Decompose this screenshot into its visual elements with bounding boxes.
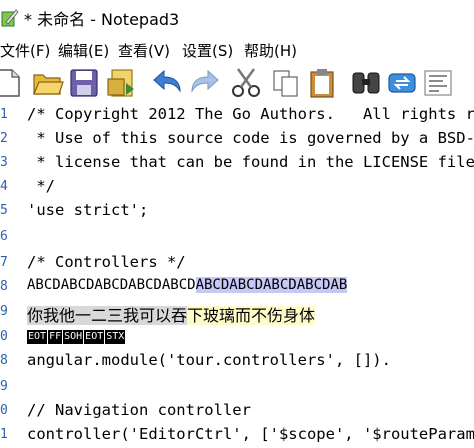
editor-line: 0 // Navigation controller <box>0 400 474 424</box>
line-number: 7 <box>0 255 8 270</box>
window-title: * 未命名 - Notepad3 <box>24 10 180 29</box>
editor-line: 9 <box>0 376 474 400</box>
menu-help[interactable]: 帮助(H) <box>244 40 297 61</box>
line-number: 9 <box>0 304 8 319</box>
copy-button[interactable] <box>268 64 304 102</box>
wrap-button[interactable] <box>420 64 456 102</box>
replace-button[interactable] <box>384 64 420 102</box>
line-text: * license that can be found in the LICEN… <box>27 153 474 171</box>
unselected-text: ABCDABCDABCDABCDABCD <box>27 277 196 293</box>
menu-view[interactable]: 查看(V) <box>118 40 170 61</box>
editor-line: 8 ABCDABCDABCDABCDABCDABCDABCDABCDABCDAB <box>0 276 474 300</box>
save-icon <box>70 69 98 97</box>
title-bar: * 未命名 - Notepad3 <box>0 0 474 36</box>
selected-text: ABCDABCDABCDABCDAB <box>195 277 348 293</box>
cut-button[interactable] <box>228 64 264 102</box>
find-icon <box>352 72 380 94</box>
line-text: /* Controllers */ <box>27 253 186 271</box>
control-char-badge: EOT <box>27 329 48 344</box>
editor-line: 0 EOT FF SOH EOT STX <box>0 326 474 350</box>
new-file-icon <box>0 69 20 97</box>
menu-settings[interactable]: 设置(S) <box>182 40 233 61</box>
control-chars: EOT FF SOH EOT STX <box>27 327 126 345</box>
editor-line: 8 angular.module('tour.controllers', [])… <box>0 350 474 374</box>
editor-line: 1 controller('EditorCtrl', ['$scope', '$… <box>0 424 474 448</box>
line-text: angular.module('tour.controllers', []). <box>27 351 391 369</box>
editor-line: 7 /* Controllers */ <box>0 252 474 276</box>
editor-line: 9 你我他一二三我可以吞下玻璃而不伤身体 <box>0 301 474 325</box>
cut-icon <box>232 68 260 97</box>
editor-line: 3 * license that can be found in the LIC… <box>0 152 474 176</box>
editor-line: 2 * Use of this source code is governed … <box>0 128 474 152</box>
line-number: 9 <box>0 379 8 394</box>
menu-bar: 文件(F) 编辑(E) 查看(V) 设置(S) 帮助(H) <box>0 38 474 62</box>
line-number: 0 <box>0 403 8 418</box>
line-text: // Navigation controller <box>27 401 251 419</box>
control-char-badge: FF <box>48 329 63 344</box>
toolbar <box>0 64 474 104</box>
line-number: 6 <box>0 229 8 244</box>
undo-icon <box>153 69 181 93</box>
new-file-button[interactable] <box>0 64 26 102</box>
grey-selected-text: 你我他一二三我可以吞 <box>27 306 188 325</box>
find-button[interactable] <box>348 64 384 102</box>
line-text: 你我他一二三我可以吞下玻璃而不伤身体 <box>27 302 316 326</box>
line-number: 5 <box>0 203 8 218</box>
line-number: 1 <box>0 107 8 122</box>
line-number: 1 <box>0 427 8 442</box>
redo-button[interactable] <box>186 64 222 102</box>
control-char-badge: SOH <box>63 329 84 344</box>
editor-area[interactable]: 1 /* Copyright 2012 The Go Authors. All … <box>0 104 474 443</box>
paste-icon <box>310 69 334 98</box>
save-as-button[interactable] <box>104 64 140 102</box>
open-button[interactable] <box>30 64 66 102</box>
save-button[interactable] <box>66 64 102 102</box>
line-text: controller('EditorCtrl', ['$scope', '$ro… <box>27 425 474 443</box>
undo-button[interactable] <box>150 64 186 102</box>
line-number: 8 <box>0 279 8 294</box>
wrap-icon <box>424 70 452 96</box>
line-number: 8 <box>0 353 8 368</box>
redo-icon <box>191 69 219 93</box>
copy-icon <box>273 70 298 97</box>
line-number: 3 <box>0 155 8 170</box>
editor-line: 1 /* Copyright 2012 The Go Authors. All … <box>0 104 474 128</box>
line-number: 2 <box>0 131 8 146</box>
menu-edit[interactable]: 编辑(E) <box>58 40 109 61</box>
editor-line: 5 'use strict'; <box>0 200 474 224</box>
control-char-badge: EOT <box>84 329 105 344</box>
highlighted-text: 下玻璃而不伤身体 <box>187 306 316 325</box>
editor-line: 6 <box>0 226 474 250</box>
replace-icon <box>388 73 416 93</box>
line-text: /* Copyright 2012 The Go Authors. All ri… <box>27 105 474 123</box>
notepad-app-icon <box>1 9 19 27</box>
line-text: */ <box>27 177 55 195</box>
menu-file[interactable]: 文件(F) <box>0 40 50 61</box>
line-text: ABCDABCDABCDABCDABCDABCDABCDABCDABCDAB <box>27 277 348 293</box>
open-folder-icon <box>33 74 64 95</box>
line-text: * Use of this source code is governed by… <box>27 129 474 147</box>
line-text: 'use strict'; <box>27 201 149 219</box>
save-as-icon <box>107 69 134 97</box>
line-number: 0 <box>0 329 8 344</box>
paste-button[interactable] <box>304 64 340 102</box>
line-number: 4 <box>0 179 8 194</box>
editor-line: 4 */ <box>0 176 474 200</box>
control-char-badge: STX <box>105 329 126 344</box>
